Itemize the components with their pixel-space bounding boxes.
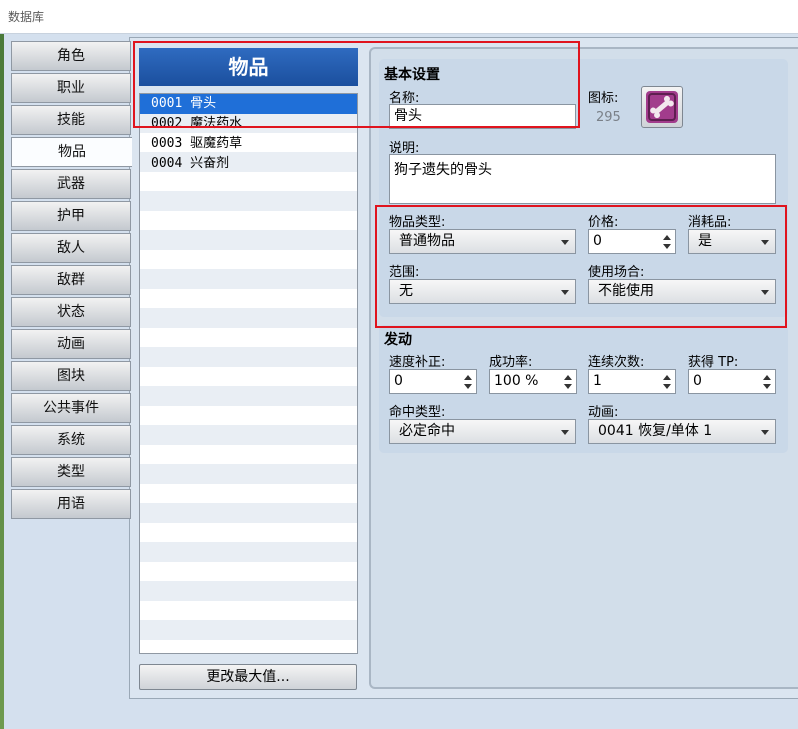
spin-arrows-icon[interactable]	[762, 372, 772, 392]
spin-arrows-icon[interactable]	[662, 372, 672, 392]
success-stepper[interactable]: 100 %	[489, 369, 577, 394]
tab-skills[interactable]: 技能	[11, 105, 131, 135]
hit-type-label: 命中类型:	[389, 405, 446, 420]
tp-gain-label: 获得 TP:	[688, 355, 739, 370]
tab-armors[interactable]: 护甲	[11, 201, 131, 231]
chevron-down-icon	[761, 430, 769, 435]
tab-classes[interactable]: 职业	[11, 73, 131, 103]
tab-common-events[interactable]: 公共事件	[11, 393, 131, 423]
description-field[interactable]: 狗子遗失的骨头	[389, 154, 776, 204]
chevron-down-icon	[561, 430, 569, 435]
animation-value: 0041 恢复/单体 1	[598, 423, 713, 439]
tab-actors[interactable]: 角色	[11, 41, 131, 71]
hit-type-value: 必定命中	[399, 423, 455, 439]
tab-tilesets[interactable]: 图块	[11, 361, 131, 391]
highlight-box-header	[133, 41, 580, 128]
tp-gain-stepper[interactable]: 0	[688, 369, 776, 394]
speed-value: 0	[394, 373, 403, 389]
icon-picker-button[interactable]	[641, 86, 683, 128]
bone-icon	[646, 91, 678, 123]
success-value: 100 %	[494, 373, 539, 389]
title-bar: 数据库	[0, 0, 798, 34]
repeats-label: 连续次数:	[588, 355, 645, 370]
tab-animations[interactable]: 动画	[11, 329, 131, 359]
item-list[interactable]: 0001 骨头 0002 魔法药水 0003 驱魔药草 0004 兴奋剂	[139, 93, 358, 654]
change-max-button[interactable]: 更改最大值...	[139, 664, 357, 690]
animation-select[interactable]: 0041 恢复/单体 1	[588, 419, 776, 444]
tp-gain-value: 0	[693, 373, 702, 389]
list-item[interactable]: 0004 兴奋剂	[140, 154, 357, 174]
category-tabs: 角色 职业 技能 物品 武器 护甲 敌人 敌群 状态 动画 图块 公共事件 系统…	[11, 41, 132, 521]
speed-label: 速度补正:	[389, 355, 446, 370]
tab-system[interactable]: 系统	[11, 425, 131, 455]
highlight-box-attributes	[375, 205, 787, 328]
tab-items[interactable]: 物品	[11, 137, 132, 167]
success-label: 成功率:	[489, 355, 533, 370]
invocation-title: 发动	[384, 332, 412, 348]
spin-arrows-icon[interactable]	[463, 372, 473, 392]
tab-terms[interactable]: 用语	[11, 489, 131, 519]
window-title: 数据库	[8, 10, 45, 24]
repeats-value: 1	[593, 373, 602, 389]
tab-weapons[interactable]: 武器	[11, 169, 131, 199]
icon-index: 295	[596, 110, 621, 125]
tab-troops[interactable]: 敌群	[11, 265, 131, 295]
icon-label: 图标:	[588, 91, 619, 106]
database-window: 数据库 角色 职业 技能 物品 武器 护甲 敌人 敌群 状态 动画 图块 公共事…	[0, 0, 798, 729]
tab-enemies[interactable]: 敌人	[11, 233, 131, 263]
tab-types[interactable]: 类型	[11, 457, 131, 487]
spin-arrows-icon[interactable]	[563, 372, 573, 392]
background-strip	[0, 34, 4, 729]
list-item[interactable]: 0003 驱魔药草	[140, 134, 357, 154]
speed-stepper[interactable]: 0	[389, 369, 477, 394]
tab-states[interactable]: 状态	[11, 297, 131, 327]
repeats-stepper[interactable]: 1	[588, 369, 676, 394]
hit-type-select[interactable]: 必定命中	[389, 419, 576, 444]
animation-label: 动画:	[588, 405, 619, 420]
